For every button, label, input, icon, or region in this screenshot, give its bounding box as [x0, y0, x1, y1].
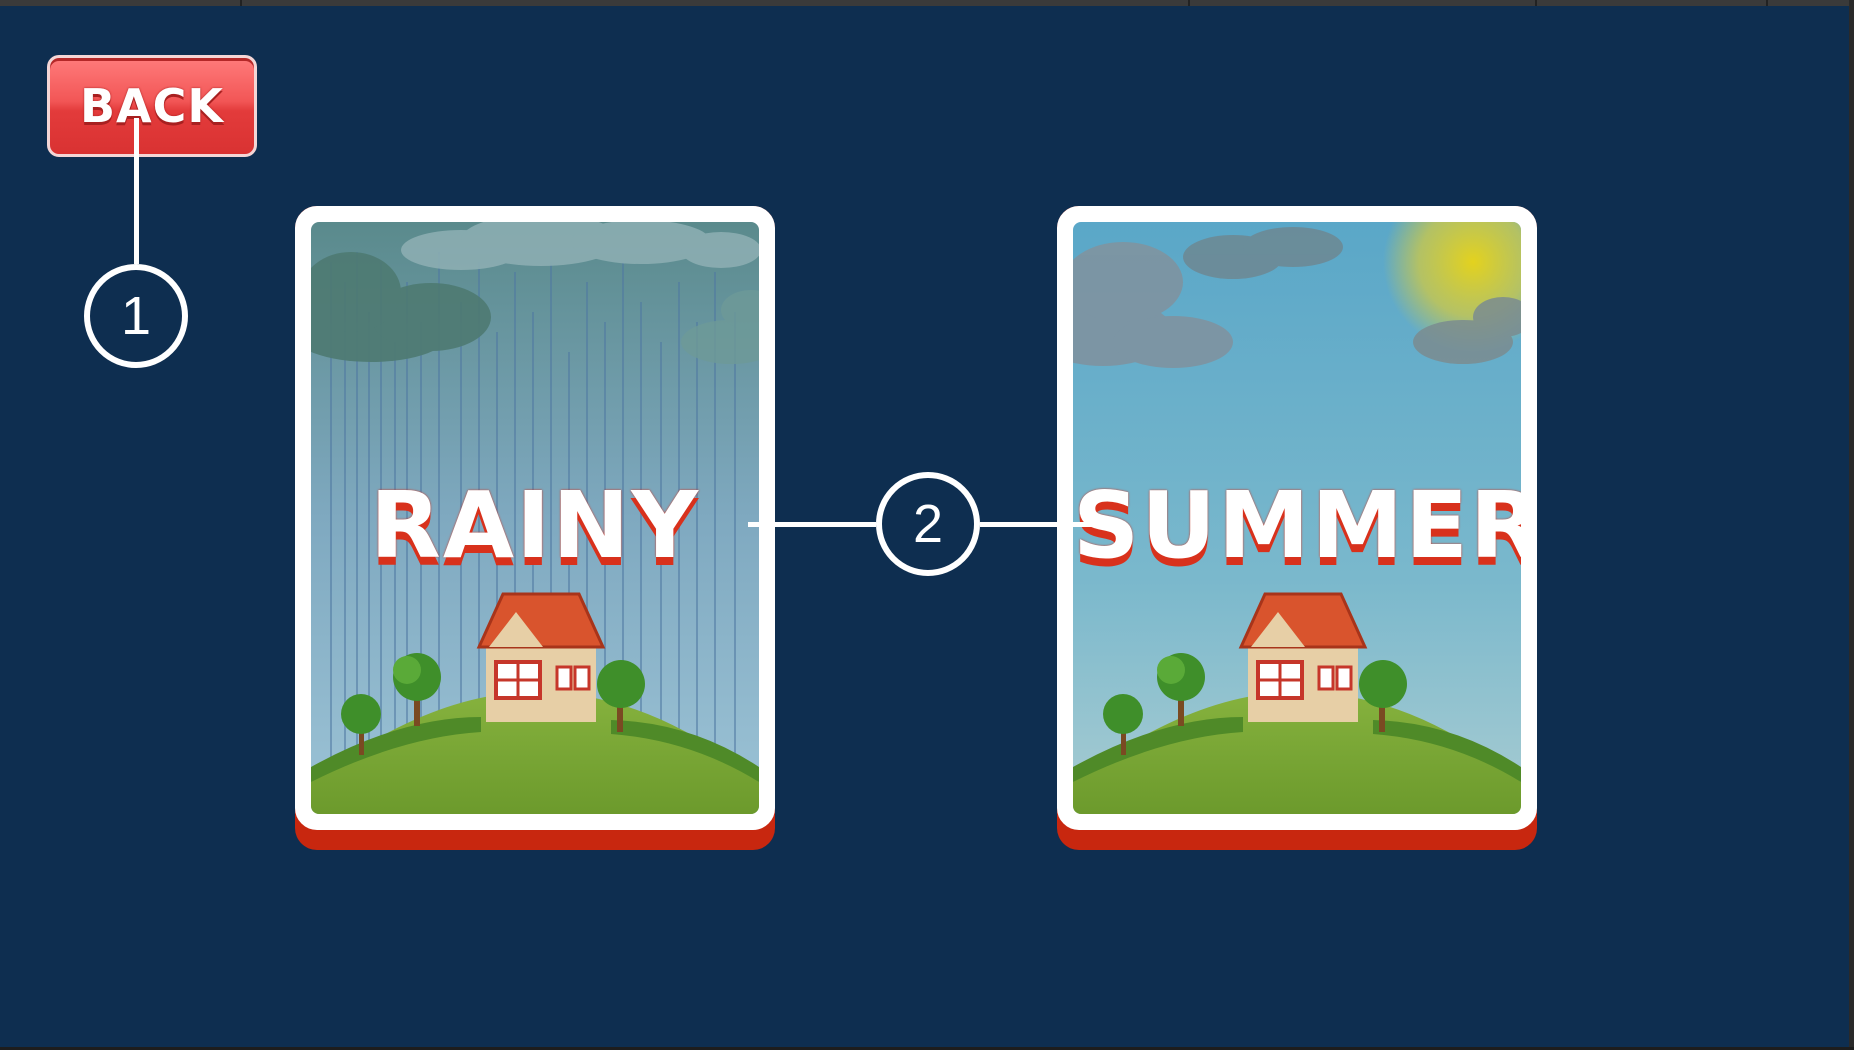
card-frame: RAINY [295, 206, 775, 830]
callout-1-number: 1 [120, 286, 152, 346]
callout-2-line-right [980, 522, 1112, 527]
callout-2-line-left [748, 522, 876, 527]
back-button-label: BACK [79, 79, 225, 133]
frame-right-edge [1849, 0, 1854, 1050]
card-frame: SUMMER [1057, 206, 1537, 830]
callout-1-badge: 1 [84, 264, 188, 368]
callout-1-line [134, 118, 139, 264]
level-card-rainy[interactable]: RAINY [295, 206, 775, 850]
callout-2-badge: 2 [876, 472, 980, 576]
callout-2-number: 2 [912, 494, 944, 554]
editor-top-bar [0, 0, 1854, 6]
card-title-rainy: RAINY [370, 472, 700, 579]
back-button[interactable]: BACK [47, 55, 257, 157]
card-title-summer: SUMMER [1073, 472, 1537, 579]
level-card-summer[interactable]: SUMMER [1057, 206, 1537, 850]
